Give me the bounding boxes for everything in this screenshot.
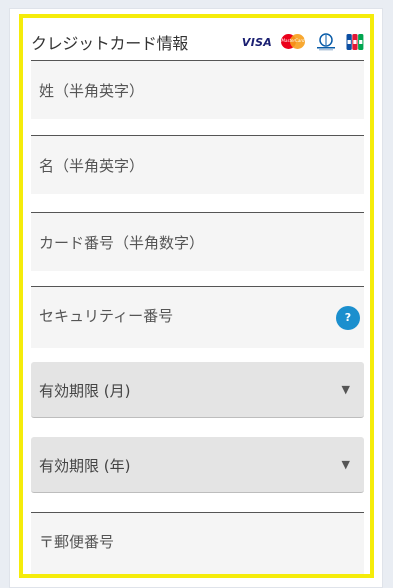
postal-code-placeholder: 〒郵便番号 — [39, 533, 115, 551]
security-code-placeholder: セキュリティー番号 — [39, 307, 174, 325]
form-title: クレジットカード情報 — [31, 34, 189, 53]
diners-club-icon — [314, 33, 338, 51]
expiry-year-select[interactable]: 有効期限 (年) ▼ — [31, 437, 364, 493]
visa-logo-text: VISA — [241, 35, 273, 49]
visa-icon: VISA — [242, 33, 272, 51]
mastercard-icon: MasterCard — [280, 33, 306, 51]
expiry-month-select[interactable]: 有効期限 (月) ▼ — [31, 362, 364, 418]
first-name-field[interactable]: 名（半角英字） — [31, 135, 364, 194]
card-brand-logos: VISA MasterCard — [234, 32, 364, 52]
expiry-month-label: 有効期限 (月) — [39, 382, 131, 400]
expiry-year-label: 有効期限 (年) — [39, 457, 131, 475]
security-code-field[interactable]: セキュリティー番号 ? — [31, 286, 364, 348]
chevron-down-icon: ▼ — [341, 458, 350, 471]
chevron-down-icon: ▼ — [341, 383, 350, 396]
jcb-icon — [346, 33, 364, 51]
last-name-placeholder: 姓（半角英字） — [39, 82, 145, 100]
card-number-placeholder: カード番号（半角数字） — [39, 234, 205, 252]
postal-code-field[interactable]: 〒郵便番号 — [31, 512, 364, 574]
credit-card-form: クレジットカード情報 VISA MasterCard 姓（半角英字） 名（半角英… — [19, 14, 374, 578]
form-header: クレジットカード情報 VISA MasterCard — [31, 28, 364, 56]
last-name-field[interactable]: 姓（半角英字） — [31, 60, 364, 119]
first-name-placeholder: 名（半角英字） — [39, 157, 145, 175]
card-number-field[interactable]: カード番号（半角数字） — [31, 212, 364, 271]
mastercard-logo-text: MasterCard — [281, 38, 305, 43]
security-code-help-icon[interactable]: ? — [336, 306, 360, 330]
